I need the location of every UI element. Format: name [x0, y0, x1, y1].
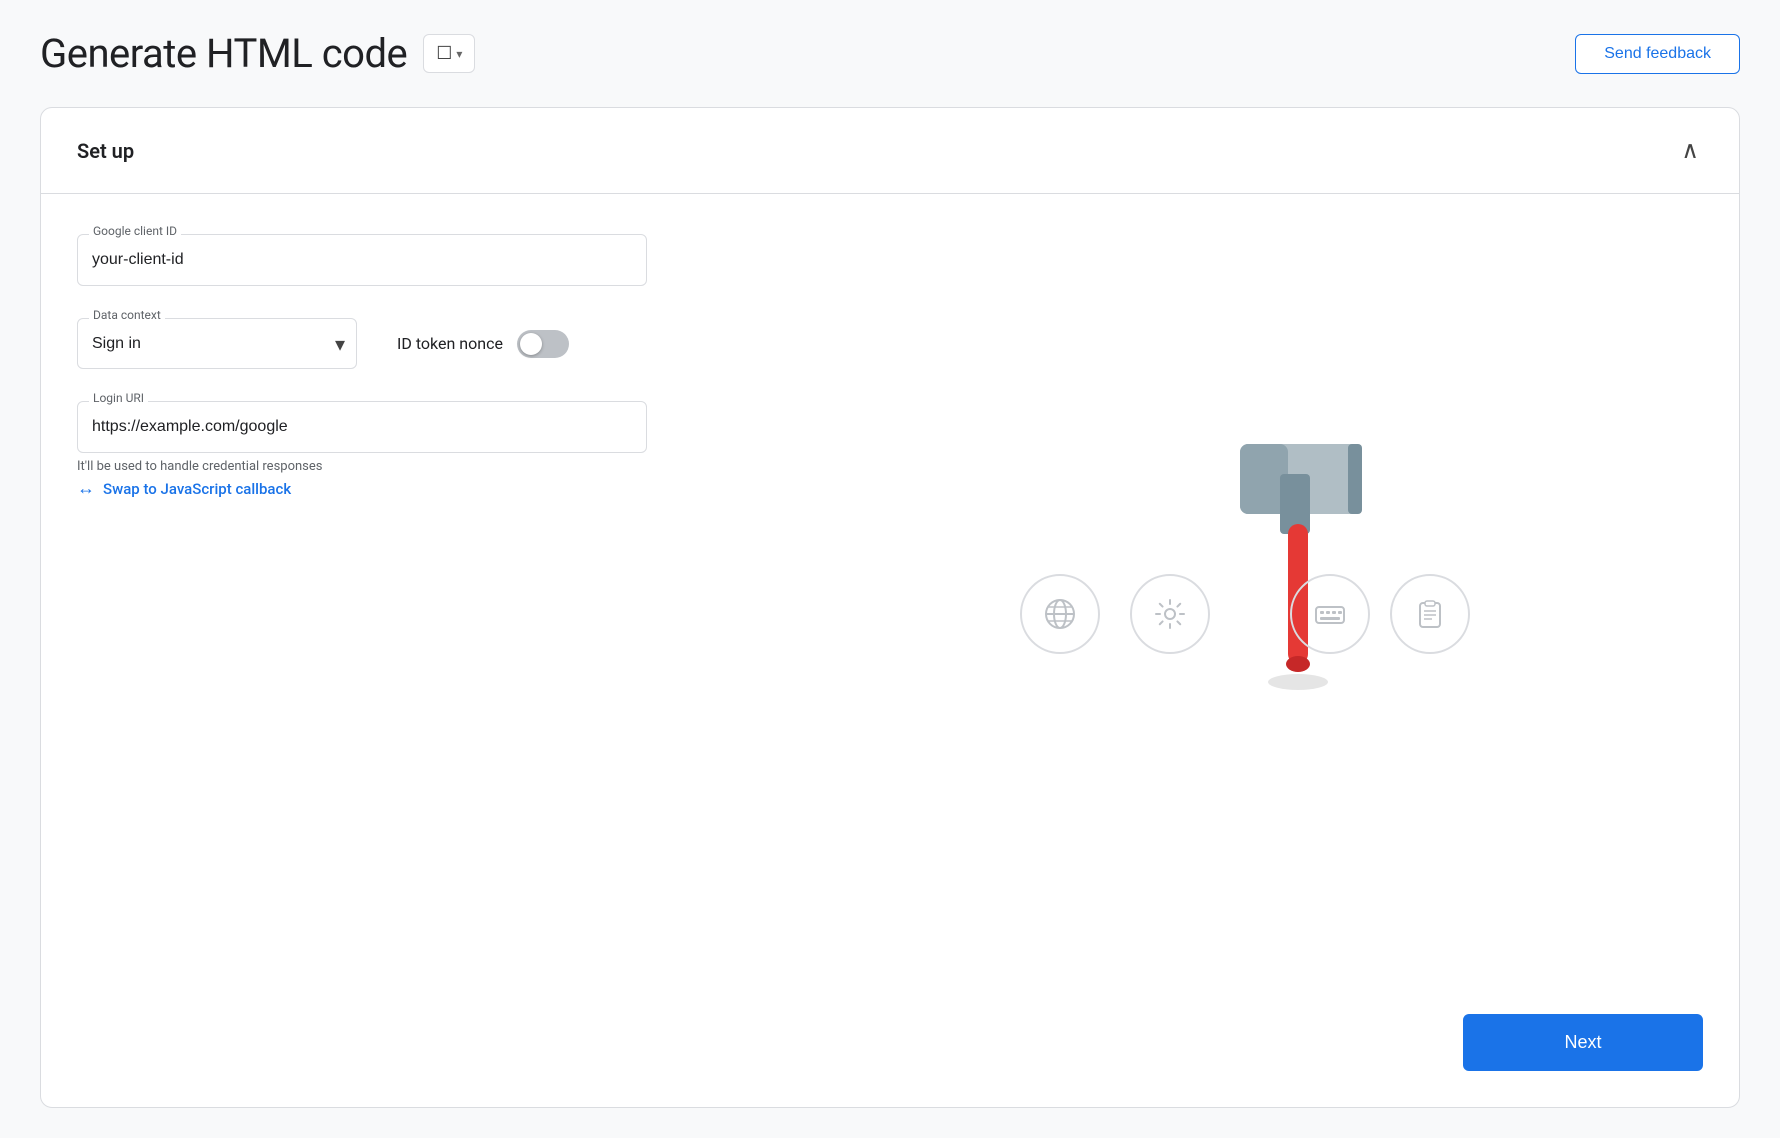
bookmark-button[interactable]: ☐ ▾ — [423, 34, 475, 73]
login-uri-section: Login URI It'll be used to handle creden… — [77, 401, 777, 499]
keyboard-icon-circle — [1290, 574, 1370, 654]
swap-label: Swap to JavaScript callback — [103, 480, 291, 498]
bookmark-icon: ☐ — [436, 43, 452, 64]
client-id-input[interactable] — [77, 234, 647, 286]
setup-title: Set up — [77, 139, 134, 163]
clipboard-icon-circle — [1390, 574, 1470, 654]
client-id-field-group: Google client ID — [77, 234, 777, 286]
login-uri-field-group: Login URI — [77, 401, 777, 453]
gear-icon-circle — [1130, 574, 1210, 654]
id-token-nonce-toggle[interactable] — [517, 330, 569, 358]
page-title: Generate HTML code — [40, 30, 407, 77]
page-header: Generate HTML code ☐ ▾ Send feedback — [40, 30, 1740, 77]
collapse-button[interactable]: ∧ — [1677, 132, 1703, 169]
setup-card: Set up ∧ Google client ID Data context S… — [40, 107, 1740, 1108]
next-button[interactable]: Next — [1463, 1014, 1703, 1071]
swap-link[interactable]: ↔ Swap to JavaScript callback — [77, 478, 777, 499]
card-header: Set up ∧ — [41, 108, 1739, 194]
login-uri-helper: It'll be used to handle credential respo… — [77, 459, 777, 474]
card-body: Google client ID Data context Sign in Si… — [41, 194, 1739, 994]
send-feedback-button[interactable]: Send feedback — [1575, 34, 1740, 74]
illustration-container — [990, 394, 1490, 794]
header-left: Generate HTML code ☐ ▾ — [40, 30, 475, 77]
illustration-section — [777, 234, 1703, 954]
login-uri-label: Login URI — [89, 391, 148, 405]
row-fields: Data context Sign in Sign up Continue wi… — [77, 318, 777, 369]
toggle-group: ID token nonce — [397, 330, 569, 358]
data-context-field-group: Data context Sign in Sign up Continue wi… — [77, 318, 357, 369]
form-section: Google client ID Data context Sign in Si… — [77, 234, 777, 954]
card-footer: Next — [41, 994, 1739, 1107]
data-context-select[interactable]: Sign in Sign up Continue with — [77, 318, 357, 369]
swap-icon: ↔ — [77, 478, 95, 499]
data-context-label: Data context — [89, 308, 165, 322]
toggle-label: ID token nonce — [397, 334, 503, 353]
login-uri-input[interactable] — [77, 401, 647, 453]
globe-icon-circle — [1020, 574, 1100, 654]
client-id-label: Google client ID — [89, 224, 181, 238]
chevron-down-icon: ▾ — [456, 47, 462, 61]
